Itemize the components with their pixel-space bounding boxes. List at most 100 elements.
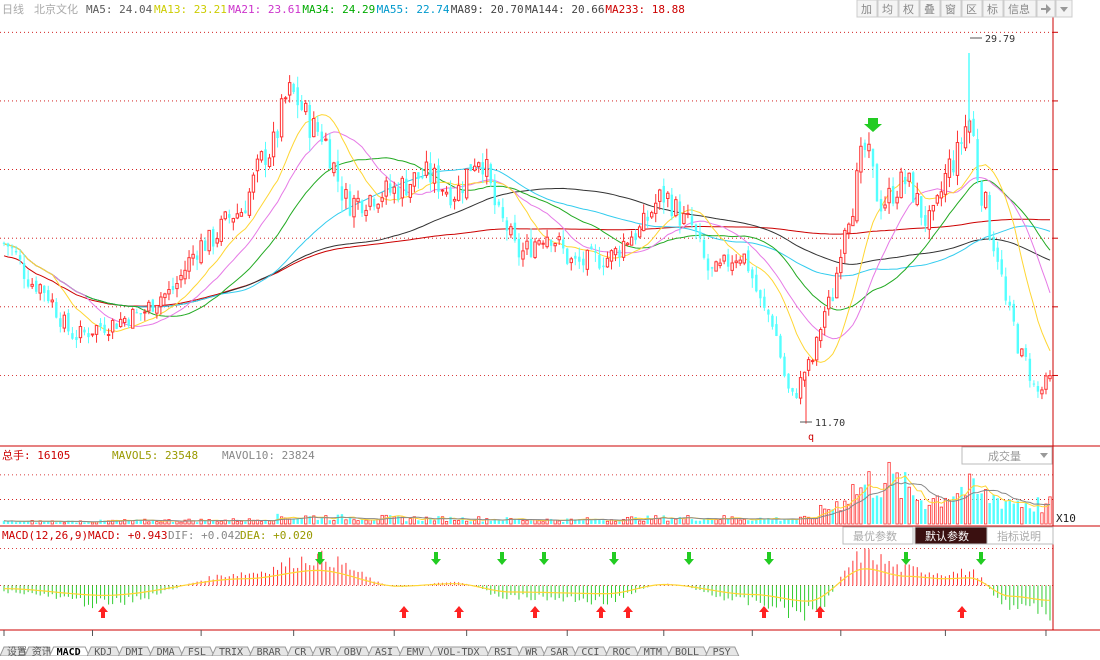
volume-bar-up [658,518,662,525]
candle-body-down [879,198,883,212]
volume-bar-up [364,519,368,525]
bottom-tab-19[interactable]: ROC [604,646,640,658]
volume-bar-up [344,519,348,525]
toolbar-button-label: 区 [966,3,977,16]
toolbar-button-6[interactable]: 标 [982,0,1004,18]
bottom-tab-12[interactable]: ASI [367,646,402,658]
indicator-dropdown-label: 成交量 [988,449,1021,463]
candle-body-down [1036,386,1040,392]
volume-bar-down [912,495,915,524]
param-tab-2[interactable]: 指标说明 [986,526,1054,545]
candle-body-up [887,187,891,204]
volume-bar-up [231,518,235,525]
bottom-tab-4[interactable]: DMI [117,646,153,658]
candle-body-up [641,212,646,232]
param-tab-0[interactable]: 最优参数 [842,526,914,545]
toolbar-dropdown-button[interactable] [1055,0,1073,18]
volume-bar-up [352,519,356,525]
bottom-tab-11[interactable]: OBV [336,646,371,658]
bottom-tab-7[interactable]: TRIX [211,646,253,658]
candle-body-up [432,167,437,184]
toolbar-button-2[interactable]: 权 [898,0,920,18]
bottom-tab-9[interactable]: CR [286,646,315,658]
bottom-tab-label: VOL-TDX [437,647,479,656]
volume-bar-down [972,478,975,524]
candle-body-up [851,215,855,227]
volume-bar-down [1032,511,1036,524]
indicator-dropdown[interactable]: 成交量 [961,446,1053,465]
candle-body-up [191,253,195,259]
candle-body-up [408,183,413,198]
candle-body-up [364,209,368,216]
bottom-tab-21[interactable]: BOLL [667,646,709,658]
volume-bar-up [802,515,807,525]
volume-bar-up [585,517,589,525]
volume-bar-up [722,515,726,525]
bottom-tab-0[interactable]: 设置 [0,646,28,658]
bottom-tab-22[interactable]: PSY [704,646,740,658]
bottom-tab-20[interactable]: MTM [636,646,671,658]
volume-bar-up [738,519,742,525]
candle-body-up [545,236,549,248]
candle-body-down [529,238,533,257]
volume-bar-down [14,522,18,524]
volume-bar-down [421,521,424,524]
candle-body-down [763,296,766,308]
volume-bar-down [903,472,907,524]
bottom-tab-5[interactable]: DMA [148,646,184,658]
bottom-tab-3[interactable]: KDJ [86,646,122,658]
param-tab-1[interactable]: 默认参数 [914,526,988,545]
candle-body-up [424,161,429,176]
candle-body-down [759,290,762,299]
toolbar-button-label: 信息 [1008,2,1030,16]
bottom-tab-1[interactable]: 资讯 [24,646,53,658]
toolbar-button-7[interactable]: 信息 [1003,0,1037,18]
toolbar-button-4[interactable]: 窗 [940,0,962,18]
volume-bar-up [939,506,943,525]
volume-bar-up [650,518,654,525]
pin-button[interactable] [1036,0,1056,18]
volume-header: 总手: 16105 MAVOL5: 23548 MAVOL10: 23824 [2,448,315,462]
volume-bar-up [613,521,618,525]
volume-bar-down [228,521,231,524]
candle-body-up [674,199,678,217]
toolbar-button-5[interactable]: 区 [961,0,983,18]
candle-body-down [920,196,923,218]
bottom-tab-17[interactable]: SAR [542,646,578,658]
toolbar-button-1[interactable]: 均 [877,0,899,18]
candle-body-up [110,319,115,333]
volume-bar-up [400,516,404,525]
candle-body-down [875,164,879,202]
volume-bar-down [795,519,798,524]
toolbar-button-0[interactable]: 加 [856,0,878,18]
candle-body-up [251,174,256,193]
candle-body-down [22,263,26,279]
candle-body-up [485,159,489,177]
candle-body-up [569,258,573,264]
volume-bar-down [602,520,605,524]
volume-bar-down [417,520,420,524]
bottom-tab-8[interactable]: BRAR [248,646,290,658]
volume-bar-up [239,520,243,525]
candle-body-up [637,226,642,238]
candle-body-up [521,250,525,260]
toolbar-button-3[interactable]: 叠 [919,0,941,18]
bottom-tab-10[interactable]: VR [311,646,340,658]
volume-bar-up [642,520,646,525]
bottom-tab-15[interactable]: RSI [486,646,522,658]
volume-bar-up [605,520,610,525]
volume-bar-up [630,516,634,525]
candle-body-down [10,247,14,249]
bottom-tab-14[interactable]: VOL-TDX [429,646,490,658]
dea-value: DEA: +0.020 [240,529,313,542]
bottom-tab-13[interactable]: EMV [398,646,434,658]
candle-body-up [283,97,288,100]
bottom-tab-18[interactable]: CCI [573,646,609,658]
bottom-tab-16[interactable]: WR [517,646,546,658]
candle-body-up [444,191,449,195]
bottom-tab-2[interactable]: MACD [48,646,90,658]
candle-body-down [602,265,605,268]
candle-body-down [308,104,311,138]
bottom-tab-6[interactable]: FSL [180,646,215,658]
candle-body-down [348,191,352,216]
